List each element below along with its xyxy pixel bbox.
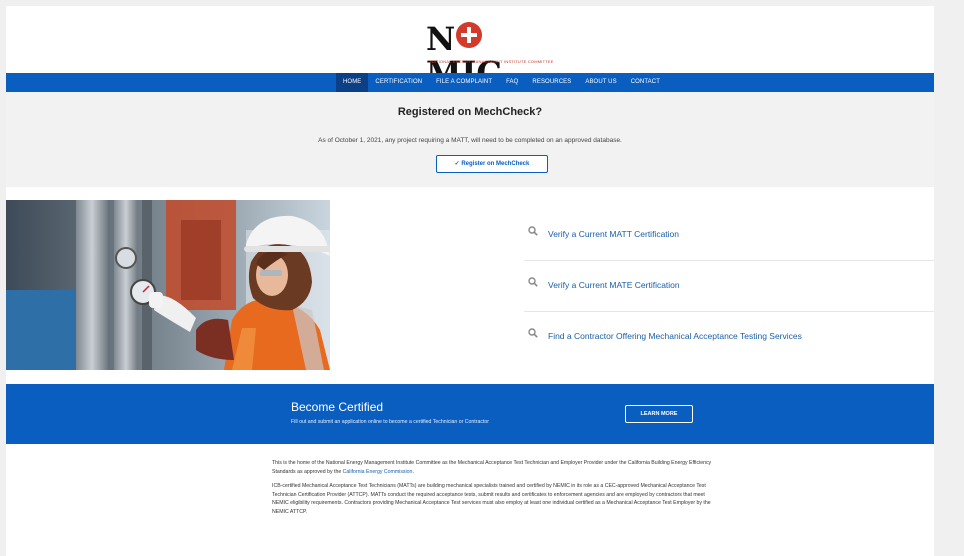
logo-tagline: NATIONAL ENERGY MANAGEMENT INSTITUTE COM… <box>430 59 554 64</box>
learn-more-button[interactable]: LEARN MORE <box>625 405 693 423</box>
become-certified-title: Become Certified <box>291 400 384 414</box>
become-certified-banner: Become Certified Fill out and submit an … <box>6 384 934 444</box>
find-contractor-link[interactable]: Find a Contractor Offering Mechanical Ac… <box>524 312 934 362</box>
intro-paragraph-1: This is the home of the National Energy … <box>272 460 712 475</box>
search-icon <box>528 277 538 287</box>
search-icon <box>528 226 538 236</box>
nav-file-complaint[interactable]: FILE A COMPLAINT <box>429 73 499 92</box>
nemic-logo[interactable]: NMIC NATIONAL ENERGY MANAGEMENT INSTITUT… <box>426 22 558 90</box>
page-frame: NMIC NATIONAL ENERGY MANAGEMENT INSTITUT… <box>6 6 934 556</box>
verify-mate-link[interactable]: Verify a Current MATE Certification <box>524 261 934 312</box>
mechcheck-text: As of October 1, 2021, any project requi… <box>318 137 622 144</box>
nav-certification[interactable]: CERTIFICATION <box>368 73 429 92</box>
logo-emblem-icon <box>456 22 483 48</box>
verification-links: Verify a Current MATT Certification Veri… <box>524 210 934 362</box>
find-contractor-label: Find a Contractor Offering Mechanical Ac… <box>548 331 802 341</box>
intro-paragraph-2: ICB-certified Mechanical Acceptance Test… <box>272 483 711 515</box>
mechcheck-title: Registered on MechCheck? <box>397 106 543 118</box>
nav-resources[interactable]: RESOURCES <box>525 73 578 92</box>
site-header: NMIC NATIONAL ENERGY MANAGEMENT INSTITUT… <box>6 6 934 90</box>
become-certified-subtitle: Fill out and submit an application onlin… <box>291 419 490 425</box>
scrollbar[interactable] <box>934 0 964 556</box>
cec-link[interactable]: California Energy Commission <box>343 469 413 475</box>
nav-faq[interactable]: FAQ <box>499 73 525 92</box>
verify-matt-label: Verify a Current MATT Certification <box>548 229 680 239</box>
mechcheck-section: Registered on MechCheck? As of October 1… <box>6 92 934 187</box>
verify-mate-label: Verify a Current MATE Certification <box>548 280 680 290</box>
register-mechcheck-button[interactable]: ✓ Register on MechCheck <box>436 155 548 173</box>
verify-matt-link[interactable]: Verify a Current MATT Certification <box>524 210 934 261</box>
intro-text: This is the home of the National Energy … <box>272 459 712 523</box>
main-nav: HOME CERTIFICATION FILE A COMPLAINT FAQ … <box>6 73 934 92</box>
nav-home[interactable]: HOME <box>336 73 369 92</box>
nav-about-us[interactable]: ABOUT US <box>578 73 623 92</box>
nav-contact[interactable]: CONTACT <box>624 73 667 92</box>
search-icon <box>528 328 538 338</box>
technician-photo <box>6 200 330 370</box>
check-icon: ✓ <box>454 161 460 167</box>
